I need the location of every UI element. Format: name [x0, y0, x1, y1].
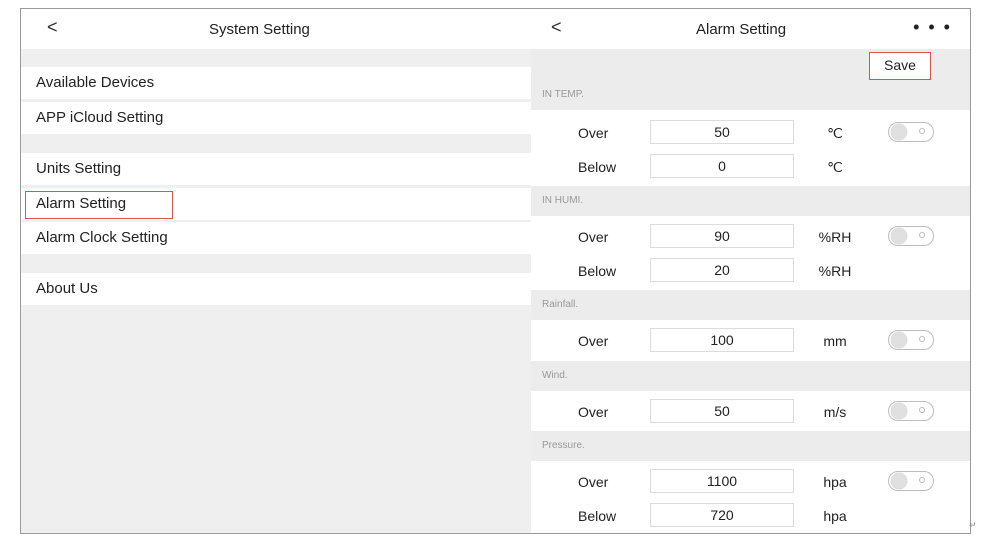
alarm-row-rainfall-over: Over 100 mm — [531, 324, 970, 358]
menu-item-label: About Us — [36, 280, 98, 297]
save-bar: Save — [531, 49, 970, 80]
toggle-off-icon — [919, 407, 925, 413]
toggle-off-icon — [919, 128, 925, 134]
wind-over-input[interactable]: 50 — [650, 399, 794, 423]
left-header: < System Setting — [21, 9, 531, 49]
back-icon[interactable]: < — [551, 17, 562, 37]
page-title: Alarm Setting — [696, 21, 787, 38]
back-icon[interactable]: < — [47, 17, 58, 37]
alarm-row-temp-over: Over 50 ℃ — [531, 116, 970, 150]
unit-label: %RH — [818, 229, 852, 245]
menu-item-app-icloud-setting[interactable]: APP iCloud Setting — [21, 102, 531, 134]
menu-item-units-setting[interactable]: Units Setting — [21, 153, 531, 185]
menu-item-label: Available Devices — [36, 74, 155, 91]
humi-alarm-toggle[interactable] — [888, 226, 934, 246]
page-title: System Setting — [209, 21, 310, 38]
more-options-icon[interactable]: • • • — [913, 17, 952, 38]
menu-item-label: Units Setting — [36, 160, 122, 177]
row-label: Over — [578, 474, 609, 490]
humi-over-input[interactable]: 90 — [650, 224, 794, 248]
save-button[interactable]: Save — [869, 52, 931, 80]
section-header-rainfall: Rainfall. — [531, 290, 970, 320]
toggle-knob — [891, 403, 907, 419]
row-label: Over — [578, 229, 609, 245]
section-header-in-temp: IN TEMP. — [531, 80, 970, 110]
pressure-alarm-toggle[interactable] — [888, 471, 934, 491]
toggle-off-icon — [919, 232, 925, 238]
row-label: Below — [578, 159, 617, 175]
section-header-pressure: Pressure. — [531, 431, 970, 461]
alarm-row-pressure-over: Over 1100 hpa — [531, 465, 970, 499]
rainfall-over-input[interactable]: 100 — [650, 328, 794, 352]
return-mark: ↵ — [969, 520, 977, 530]
unit-label: ℃ — [827, 159, 843, 175]
menu-item-about-us[interactable]: About Us — [21, 273, 531, 305]
system-setting-panel: < System Setting Available Devices APP i… — [21, 9, 531, 533]
section-header-wind: Wind. — [531, 361, 970, 391]
row-label: Below — [578, 508, 617, 524]
temp-below-input[interactable]: 0 — [650, 154, 794, 178]
wind-alarm-toggle[interactable] — [888, 401, 934, 421]
pressure-over-input[interactable]: 1100 — [650, 469, 794, 493]
toggle-knob — [891, 332, 907, 348]
unit-label: mm — [823, 333, 847, 349]
alarm-setting-panel: < Alarm Setting • • • Save IN TEMP. Over… — [531, 9, 970, 533]
right-header: < Alarm Setting • • • — [531, 9, 970, 49]
toggle-knob — [891, 473, 907, 489]
unit-label: hpa — [823, 474, 847, 490]
row-label: Over — [578, 125, 609, 141]
humi-below-input[interactable]: 20 — [650, 258, 794, 282]
temp-over-input[interactable]: 50 — [650, 120, 794, 144]
menu-item-alarm-clock-setting[interactable]: Alarm Clock Setting — [21, 222, 531, 254]
unit-label: hpa — [823, 508, 847, 524]
menu-item-label: Alarm Clock Setting — [36, 229, 168, 246]
section-header-in-humi: IN HUMI. — [531, 186, 970, 216]
toggle-off-icon — [919, 477, 925, 483]
menu-item-label: APP iCloud Setting — [36, 109, 164, 126]
alarm-row-humi-below: Below 20 %RH — [531, 254, 970, 288]
unit-label: m/s — [823, 404, 847, 420]
toggle-off-icon — [919, 336, 925, 342]
pressure-below-input[interactable]: 720 — [650, 503, 794, 527]
toggle-knob — [891, 228, 907, 244]
toggle-knob — [891, 124, 907, 140]
alarm-row-wind-over: Over 50 m/s — [531, 395, 970, 429]
row-label: Over — [578, 404, 609, 420]
row-label: Over — [578, 333, 609, 349]
rainfall-alarm-toggle[interactable] — [888, 330, 934, 350]
alarm-row-temp-below: Below 0 ℃ — [531, 150, 970, 184]
menu-item-available-devices[interactable]: Available Devices — [21, 67, 531, 99]
alarm-row-humi-over: Over 90 %RH — [531, 220, 970, 254]
row-label: Below — [578, 263, 617, 279]
unit-label: ℃ — [827, 125, 843, 141]
alarm-row-pressure-below: Below 720 hpa — [531, 499, 970, 533]
screenshot-frame: < System Setting Available Devices APP i… — [20, 8, 971, 534]
unit-label: %RH — [818, 263, 852, 279]
temp-alarm-toggle[interactable] — [888, 122, 934, 142]
highlight-box-alarm-setting — [25, 191, 173, 219]
